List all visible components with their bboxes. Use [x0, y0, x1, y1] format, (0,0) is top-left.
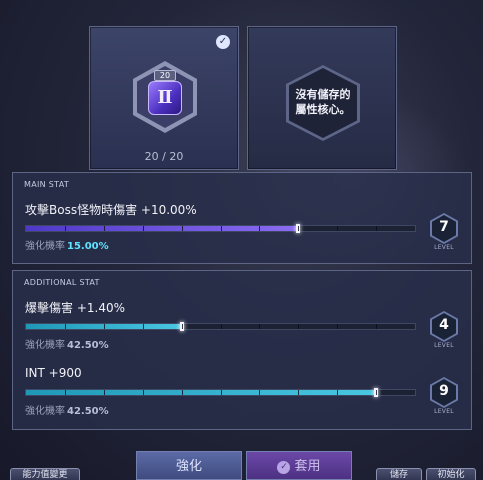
core-count: 20 / 20: [144, 150, 184, 163]
progress-segment-divider: [181, 390, 183, 395]
additional-stat-2-name: INT +900: [25, 366, 82, 380]
empty-core-message: 沒有儲存的 屬性核心。: [286, 87, 360, 117]
progress-segment-divider: [337, 390, 339, 395]
main-stat-panel: MAIN STAT 攻擊Boss怪物時傷害 +10.00% 強化機率 15.00%…: [12, 172, 472, 264]
main-stat-progress-bar: [25, 224, 416, 233]
progress-segment-divider: [142, 226, 144, 231]
main-stat-level-badge: 7 LEVEL: [427, 213, 461, 253]
enhance-button[interactable]: 強化: [136, 451, 242, 480]
progress-segment-divider: [64, 226, 66, 231]
apply-button-label: 套用: [294, 459, 321, 474]
save-button[interactable]: 儲存: [376, 468, 422, 480]
progress-segment-divider: [376, 226, 378, 231]
progress-segment-divider: [298, 390, 300, 395]
main-stat-progress-fill: [26, 226, 299, 231]
saved-core-slot[interactable]: 沒有儲存的 屬性核心。: [247, 26, 397, 170]
progress-segment-divider: [298, 226, 300, 231]
additional-stat-2-level: 9: [439, 383, 449, 399]
progress-segment-divider: [142, 390, 144, 395]
progress-segment-divider: [259, 324, 261, 329]
main-stat-level-label: LEVEL: [434, 244, 454, 251]
progress-segment-divider: [64, 390, 66, 395]
main-stat-rate-label: 強化機率: [25, 241, 65, 252]
progress-segment-divider: [376, 390, 378, 395]
empty-core-message-line1: 沒有儲存的: [295, 88, 351, 101]
additional-stat-2-level-badge: 9 LEVEL: [427, 377, 461, 417]
progress-segment-divider: [337, 324, 339, 329]
additional-stat-1-rate-value: 42.50%: [67, 340, 109, 351]
progress-segment-divider: [181, 226, 183, 231]
additional-stat-1-level-badge: 4 LEVEL: [427, 311, 461, 351]
additional-stat-2-rate: 強化機率 42.50%: [25, 402, 109, 417]
additional-stat-1-rate-label: 強化機率: [25, 340, 65, 351]
additional-stat-1-level-label: LEVEL: [434, 342, 454, 349]
apply-button[interactable]: ✓ 套用: [246, 451, 352, 480]
progress-segment-divider: [376, 324, 378, 329]
progress-segment-divider: [259, 390, 261, 395]
main-stat-title: MAIN STAT: [24, 180, 70, 189]
progress-segment-divider: [220, 390, 222, 395]
additional-stat-title: ADDITIONAL STAT: [24, 278, 100, 287]
additional-stat-1-name: 爆擊傷害 +1.40%: [25, 301, 125, 315]
check-circle-icon: ✓: [216, 35, 230, 49]
progress-segment-divider: [181, 324, 183, 329]
progress-segment-divider: [337, 226, 339, 231]
check-circle-icon: ✓: [277, 461, 291, 474]
additional-stat-2-rate-label: 強化機率: [25, 406, 65, 417]
progress-segment-divider: [142, 324, 144, 329]
progress-segment-divider: [64, 324, 66, 329]
progress-segment-divider: [298, 324, 300, 329]
additional-stat-panel: ADDITIONAL STAT 爆擊傷害 +1.40% 強化機率 42.50% 4…: [12, 270, 472, 430]
main-stat-level: 7: [439, 219, 449, 235]
progress-segment-divider: [220, 324, 222, 329]
main-stat-rate-value: 15.00%: [67, 241, 109, 252]
main-stat-rate: 強化機率 15.00%: [25, 237, 109, 252]
progress-segment-divider: [103, 226, 105, 231]
additional-stat-1-level: 4: [439, 317, 449, 333]
main-stat-name: 攻擊Boss怪物時傷害 +10.00%: [25, 203, 197, 217]
additional-stat-1-rate: 強化機率 42.50%: [25, 336, 109, 351]
progress-segment-divider: [103, 324, 105, 329]
additional-stat-2-progress-bar: [25, 388, 416, 397]
additional-stat-2-rate-value: 42.50%: [67, 406, 109, 417]
empty-core-message-line2: 屬性核心。: [295, 103, 351, 116]
progress-segment-divider: [103, 390, 105, 395]
stat-change-button[interactable]: 能力值變更: [10, 468, 80, 480]
attribute-core-icon: Ⅱ: [148, 81, 182, 115]
equipped-core-slot[interactable]: ✓ Ⅱ 20 20 / 20: [89, 26, 239, 170]
core-level-badge: 20: [154, 70, 176, 81]
progress-segment-divider: [220, 226, 222, 231]
additional-stat-2-progress-fill: [26, 390, 377, 395]
additional-stat-2-level-label: LEVEL: [434, 408, 454, 415]
initialize-button[interactable]: 初始化: [426, 468, 476, 480]
additional-stat-1-progress-bar: [25, 322, 416, 331]
progress-segment-divider: [259, 226, 261, 231]
